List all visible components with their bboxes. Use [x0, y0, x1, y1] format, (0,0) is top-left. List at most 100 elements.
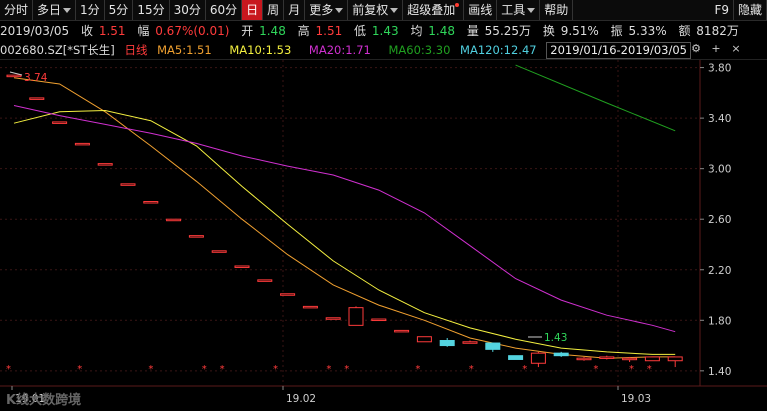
close-value: 1.51: [98, 24, 126, 38]
open-value: 1.48: [259, 24, 286, 38]
high-value: 1.51: [315, 24, 343, 38]
close-label: 收: [81, 24, 94, 38]
toolbar-item[interactable]: 分时: [0, 0, 34, 20]
toolbar-item-label: 更多: [309, 3, 334, 17]
signal-star-icon: *: [6, 364, 11, 375]
toolbar-item[interactable]: F9: [710, 0, 734, 20]
signal-star-icon: *: [469, 364, 474, 375]
candle: [348, 307, 364, 326]
quote-date: 2019/03/05: [0, 24, 70, 38]
toolbar-item[interactable]: 月: [284, 0, 306, 20]
candle: [211, 250, 227, 253]
add-indicator-icon[interactable]: +: [710, 43, 722, 55]
ma-line-ma60: [515, 64, 676, 132]
signal-star-icon: *: [629, 364, 634, 375]
toolbar-item[interactable]: 15分: [133, 0, 170, 20]
candle: [6, 74, 22, 78]
chevron-down-icon: [527, 8, 536, 13]
close-icon[interactable]: ×: [730, 43, 742, 55]
notification-dot-icon: [455, 3, 460, 7]
signal-star-icon: *: [148, 364, 153, 375]
toolbar-item[interactable]: 60分: [206, 0, 243, 20]
change-value: 0.67%(0.01): [155, 24, 230, 38]
candle: [302, 305, 318, 309]
toolbar-item-label: 60分: [209, 3, 238, 17]
candlestick-chart[interactable]: * * * * * * * * * * * * * * 3.80 3.40 3.00 2.60 2.20 1.80 1…: [0, 60, 767, 411]
chevron-down-icon: [390, 8, 399, 13]
low-value: 1.43: [371, 24, 399, 38]
toolbar-item-label: 画线: [468, 3, 493, 17]
ma120-legend: MA120:12.47: [460, 43, 537, 57]
min-price-label: 1.43: [544, 332, 567, 344]
chart-grid: [0, 60, 767, 387]
toolbar-item[interactable]: 1分: [76, 0, 105, 20]
vol-value: 55.25万: [484, 24, 532, 38]
toolbar-item[interactable]: 日: [242, 0, 264, 20]
ma-line-ma10: [13, 109, 676, 355]
toolbar-item-label: 周: [267, 3, 280, 17]
signal-star-icon: *: [77, 364, 82, 375]
ma20-legend: MA20:1.71: [308, 43, 371, 57]
toolbar-item[interactable]: 帮助: [540, 0, 574, 20]
vol-label: 量: [466, 24, 479, 38]
candle: [29, 97, 45, 100]
toolbar-item[interactable]: 5分: [105, 0, 134, 20]
candle: [508, 355, 524, 360]
toolbar-item[interactable]: 超级叠加: [403, 0, 465, 20]
chevron-down-icon: [63, 8, 72, 13]
candle: [530, 352, 546, 364]
toolbar-item[interactable]: 30分: [170, 0, 206, 20]
high-label: 高: [297, 24, 310, 38]
candle: [188, 235, 204, 238]
max-price-label: 3.74: [24, 72, 48, 84]
turnover-label: 换: [542, 24, 555, 38]
toolbar-item[interactable]: 前复权: [348, 0, 404, 20]
ma-line-ma5: [13, 77, 676, 359]
settings-icon[interactable]: ⚙: [690, 43, 702, 55]
toolbar-item[interactable]: 周: [263, 0, 285, 20]
min-price-annotation: 1.43: [528, 332, 567, 344]
ma-line-ma20: [13, 105, 676, 333]
toolbar-item-label: 月: [288, 3, 301, 17]
signal-star-icon: *: [415, 364, 420, 375]
candle: [234, 265, 250, 268]
candle: [166, 218, 182, 222]
toolbar-item-label: 帮助: [544, 3, 569, 17]
toolbar-item-label: 前复权: [352, 3, 389, 17]
x-tick-label: 19.02: [286, 393, 316, 405]
candle: [416, 336, 432, 343]
period-label[interactable]: 日线: [124, 43, 147, 57]
candle: [394, 329, 410, 333]
candles: [6, 74, 683, 368]
toolbar-item[interactable]: 多日: [33, 0, 77, 20]
watermark: K线大数跨境: [6, 392, 81, 408]
candle: [257, 279, 273, 282]
stock-code: 002680.SZ: [0, 43, 63, 57]
y-tick-label: 2.20: [708, 265, 731, 277]
toolbar-item[interactable]: 工具: [497, 0, 541, 20]
signal-star-icon: *: [344, 364, 349, 375]
signal-star-icon: *: [220, 364, 225, 375]
toolbar-item-label: F9: [714, 3, 729, 17]
amount-label: 额: [678, 24, 691, 38]
open-label: 开: [241, 24, 254, 38]
toolbar-item-label: 工具: [501, 3, 526, 17]
avg-label: 均: [410, 24, 423, 38]
y-tick-label: 3.40: [708, 113, 731, 125]
candle: [439, 340, 455, 347]
date-range[interactable]: 2019/01/16-2019/03/05: [546, 42, 691, 59]
signal-star-icon: *: [202, 364, 207, 375]
ma60-legend: MA60:3.30: [388, 43, 451, 57]
toolbar-item-label: 多日: [37, 3, 62, 17]
amp-value: 5.33%: [628, 24, 667, 38]
price-axis: 3.80 3.40 3.00 2.60 2.20 1.80 1.40: [700, 63, 731, 378]
ma10-legend: MA10:1.53: [229, 43, 292, 57]
toolbar-item[interactable]: 隐藏: [734, 0, 767, 20]
signal-star-icon: *: [647, 364, 652, 375]
signal-star-icon: *: [273, 364, 278, 375]
candle: [371, 318, 387, 322]
toolbar-item[interactable]: 画线: [464, 0, 498, 20]
amp-label: 振: [610, 24, 623, 38]
candle: [462, 341, 478, 344]
toolbar-item[interactable]: 更多: [305, 0, 349, 20]
